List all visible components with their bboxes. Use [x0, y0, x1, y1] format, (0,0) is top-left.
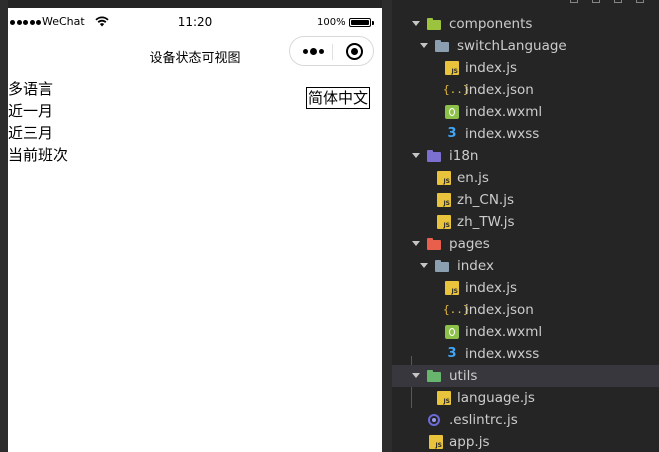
tree-folder-utils[interactable]: utils: [392, 365, 659, 387]
tree-file-index-wxss[interactable]: 3 index.wxss: [392, 123, 659, 145]
tree-file-language-js[interactable]: language.js: [392, 387, 659, 409]
folder-icon: [427, 149, 441, 163]
language-switch-button[interactable]: 简体中文: [306, 87, 371, 109]
refresh-icon[interactable]: [614, 0, 622, 3]
battery-icon: [349, 18, 371, 27]
tree-folder-i18n[interactable]: i18n: [392, 145, 659, 167]
folder-icon: [435, 259, 449, 273]
tree-folder-components[interactable]: components: [392, 13, 659, 35]
chevron-down-icon: [412, 153, 420, 158]
tree-file-index-json[interactable]: {..} index.json: [392, 79, 659, 101]
more-dots-icon[interactable]: [300, 45, 326, 57]
js-file-icon: [437, 215, 451, 229]
capsule-separator: [332, 44, 333, 60]
json-file-icon: {..}: [443, 83, 470, 96]
menu-item-last-three-months[interactable]: 近三月: [8, 122, 382, 144]
tree-file-zh-tw-js[interactable]: zh_TW.js: [392, 211, 659, 233]
navigation-bar: 设备状态可视图: [8, 36, 382, 76]
menu-capsule: [289, 36, 374, 66]
tree-file-app-js[interactable]: app.js: [392, 431, 659, 452]
status-bar: WeChat 11:20 100%: [8, 8, 382, 36]
panel-divider[interactable]: [382, 0, 392, 452]
new-folder-icon[interactable]: [592, 0, 600, 3]
wxml-file-icon: [445, 105, 459, 119]
tree-folder-switchlanguage[interactable]: switchLanguage: [392, 35, 659, 57]
tree-folder-pages[interactable]: pages: [392, 233, 659, 255]
explorer-toolbar: [392, 0, 659, 5]
wxss-file-icon: 3: [447, 346, 457, 361]
tree-file-zh-cn-js[interactable]: zh_CN.js: [392, 189, 659, 211]
js-file-icon: [437, 391, 451, 405]
tree-file-index-wxml[interactable]: index.wxml: [392, 101, 659, 123]
chevron-down-icon: [420, 43, 428, 48]
simulator-screen: WeChat 11:20 100% 设备状态可视图 多语言 近一月 近三月 当前…: [8, 8, 382, 452]
wxss-file-icon: 3: [447, 126, 457, 141]
tree-file-index-wxss[interactable]: 3 index.wxss: [392, 343, 659, 365]
chevron-down-icon: [412, 21, 420, 26]
folder-icon: [427, 237, 441, 251]
js-file-icon: [437, 171, 451, 185]
tree-file-index-json[interactable]: {..} index.json: [392, 299, 659, 321]
chevron-down-icon: [420, 263, 428, 268]
file-explorer: components switchLanguage index.js {..} …: [392, 0, 659, 452]
js-file-icon: [445, 281, 459, 295]
js-file-icon: [437, 193, 451, 207]
js-file-icon: [445, 61, 459, 75]
wxml-file-icon: [445, 325, 459, 339]
folder-icon: [435, 39, 449, 53]
folder-icon: [427, 17, 441, 31]
tree-file-index-js[interactable]: index.js: [392, 57, 659, 79]
left-gutter: [0, 0, 8, 452]
new-file-icon[interactable]: [570, 0, 578, 3]
menu-item-current-shift[interactable]: 当前班次: [8, 144, 382, 166]
chevron-down-icon: [412, 373, 420, 378]
tree-file-eslintrc-js[interactable]: .eslintrc.js: [392, 409, 659, 431]
tree-folder-index[interactable]: index: [392, 255, 659, 277]
folder-icon: [427, 369, 441, 383]
eslint-file-icon: [427, 413, 441, 427]
tree-file-en-js[interactable]: en.js: [392, 167, 659, 189]
tree-file-index-js[interactable]: index.js: [392, 277, 659, 299]
js-file-icon: [429, 435, 443, 449]
tree-file-index-wxml[interactable]: index.wxml: [392, 321, 659, 343]
collapse-icon[interactable]: [636, 0, 644, 3]
capsule-close-icon[interactable]: [346, 43, 363, 60]
battery-tip: [372, 21, 374, 25]
chevron-down-icon: [412, 241, 420, 246]
battery-percentage: 100%: [317, 17, 346, 28]
json-file-icon: {..}: [443, 303, 470, 316]
